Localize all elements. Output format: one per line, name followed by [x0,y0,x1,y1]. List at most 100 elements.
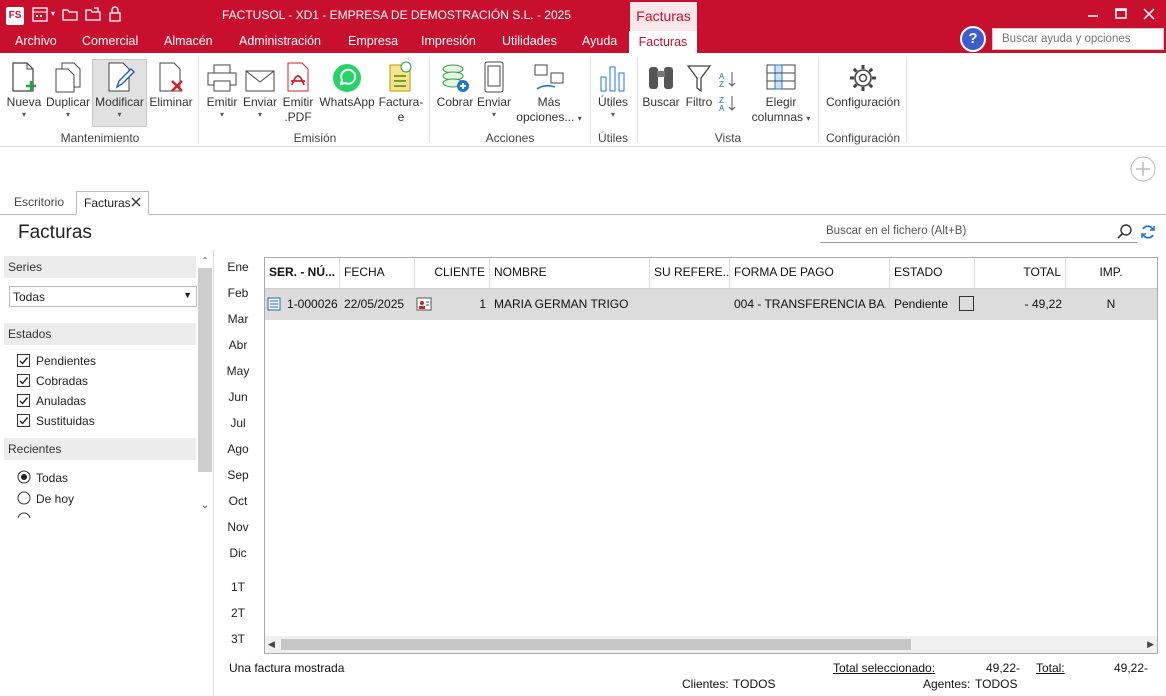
mas-opciones-button[interactable]: Más opciones... ▾ [514,59,584,125]
menu-facturas[interactable]: Facturas [629,31,697,53]
month-oct[interactable]: Oct [224,494,252,508]
context-tab-label: Facturas [630,2,697,32]
menu-almacen[interactable]: Almacén [164,34,213,48]
column-header-forma-pago[interactable]: FORMA DE PAGO [730,258,890,289]
add-tab-icon[interactable] [1130,156,1156,182]
buscar-button[interactable]: Buscar [641,59,681,125]
enviar-movil-button[interactable]: Enviar ▾ [476,59,512,125]
estados-header: Estados [4,323,196,345]
estado-checkbox[interactable] [959,296,974,311]
filter-panel-scrollbar[interactable]: ⌃ ⌄ [197,256,213,516]
calendar-icon[interactable] [32,6,50,24]
month-abr[interactable]: Abr [224,338,252,352]
month-feb[interactable]: Feb [224,286,252,300]
gear-icon [824,59,902,93]
whatsapp-button[interactable]: WhatsApp [318,59,376,125]
close-icon[interactable] [1141,6,1159,24]
column-header-su-referencia[interactable]: SU REFERE... [650,258,730,289]
agentes-label: Agentes: [923,677,971,691]
file-search-input[interactable]: Buscar en el fichero (Alt+B) [820,221,1137,243]
window-title: FACTUSOL - XD1 - EMPRESA DE DEMOSTRACIÓN… [222,8,571,22]
estado-cobradas[interactable]: Cobradas [17,373,187,389]
nueva-button[interactable]: Nueva ▾ [4,59,44,125]
sort-descending-icon[interactable]: ZA [719,94,739,113]
quarter-3t[interactable]: 3T [224,632,252,646]
reciente-todas[interactable]: Todas [17,470,187,486]
scroll-down-icon[interactable]: ⌄ [197,500,213,514]
column-header-imp[interactable]: IMP. [1066,258,1156,289]
emitir-pdf-label: Emitir [282,95,314,109]
column-header-estado[interactable]: ESTADO [890,258,975,289]
column-header-cliente[interactable]: CLIENTE [415,258,490,289]
eliminar-button[interactable]: Eliminar [149,59,193,125]
elegir-columnas-button[interactable]: Elegir columnas ▾ [748,59,814,125]
filtro-button[interactable]: Filtro [682,59,716,125]
column-header-total[interactable]: TOTAL [975,258,1066,289]
month-may[interactable]: May [224,364,252,378]
minimize-icon[interactable] [1085,6,1103,24]
cobrar-button[interactable]: Cobrar [434,59,476,125]
tab-escritorio[interactable]: Escritorio [6,191,72,215]
utiles-button[interactable]: Útiles ▾ [594,59,632,125]
total-value: 49,22- [1113,661,1148,675]
help-search-input[interactable] [992,28,1164,50]
emitir-pdf-button[interactable]: Emitir .PDF [280,59,316,125]
series-select[interactable]: Todas ▼ [9,286,197,307]
month-jul[interactable]: Jul [224,416,252,430]
estado-sustituidas[interactable]: Sustituidas [17,413,187,429]
month-dic[interactable]: Dic [224,546,252,560]
modificar-button[interactable]: Modificar ▾ [92,59,147,125]
export-folder-icon[interactable] [85,6,103,24]
enviar-button[interactable]: Enviar ▾ [242,59,278,125]
close-tab-icon[interactable] [131,197,143,209]
scroll-left-icon[interactable]: ◀ [268,639,275,650]
column-header-serie[interactable]: SER. - NÚ... [265,258,340,289]
menu-empresa[interactable]: Empresa [348,34,398,48]
emitir-pdf-label-2: .PDF [284,110,312,124]
quick-access-dropdown-icon[interactable]: ▾ [51,9,55,18]
column-header-fecha[interactable]: FECHA [340,258,415,289]
menu-comercial[interactable]: Comercial [82,34,138,48]
scroll-up-icon[interactable]: ⌃ [197,256,213,266]
estado-pendientes[interactable]: Pendientes [17,353,187,369]
new-document-icon [4,59,44,93]
scrollbar-thumb[interactable] [198,268,212,472]
quarter-2t[interactable]: 2T [224,606,252,620]
scrollbar-thumb[interactable] [281,639,911,650]
month-sep[interactable]: Sep [224,468,252,482]
scroll-right-icon[interactable]: ▶ [1147,639,1154,650]
open-folder-icon[interactable] [62,6,80,24]
help-icon[interactable]: ? [960,26,986,52]
duplicar-button[interactable]: Duplicar ▾ [46,59,90,125]
maximize-icon[interactable] [1113,6,1131,24]
reciente-de-hoy[interactable]: De hoy [17,491,187,507]
search-icon[interactable] [1117,224,1133,240]
duplicar-label: Duplicar [46,95,91,109]
facturae-label-2: e [397,110,405,124]
month-mar[interactable]: Mar [224,312,252,326]
menu-ayuda[interactable]: Ayuda [582,34,617,48]
month-ene[interactable]: Ene [224,260,252,274]
configuracion-button[interactable]: Configuración [824,59,902,125]
menu-impresion[interactable]: Impresión [421,34,476,48]
month-nov[interactable]: Nov [224,520,252,534]
month-jun[interactable]: Jun [224,390,252,404]
emitir-button[interactable]: Emitir ▾ [203,59,241,125]
grid-horizontal-scrollbar[interactable]: ◀ ▶ [265,636,1157,653]
emitir-label: Emitir [206,95,238,109]
refresh-icon[interactable] [1140,224,1156,240]
lock-icon[interactable] [108,6,126,24]
tab-facturas[interactable]: Facturas [76,191,149,215]
facturae-button[interactable]: Factura- e [378,59,424,125]
enviar-label: Enviar [242,95,277,109]
menu-utilidades[interactable]: Utilidades [502,34,557,48]
elegir-columnas-label-2: columnas [751,110,803,124]
estado-anuladas[interactable]: Anuladas [17,393,187,409]
menu-administracion[interactable]: Administración [239,34,321,48]
sort-ascending-icon[interactable]: AZ [719,70,739,89]
month-ago[interactable]: Ago [224,442,252,456]
recientes-header: Recientes [4,438,196,460]
quarter-1t[interactable]: 1T [224,580,252,594]
menu-archivo[interactable]: Archivo [15,34,57,48]
column-header-nombre[interactable]: NOMBRE [490,258,650,289]
